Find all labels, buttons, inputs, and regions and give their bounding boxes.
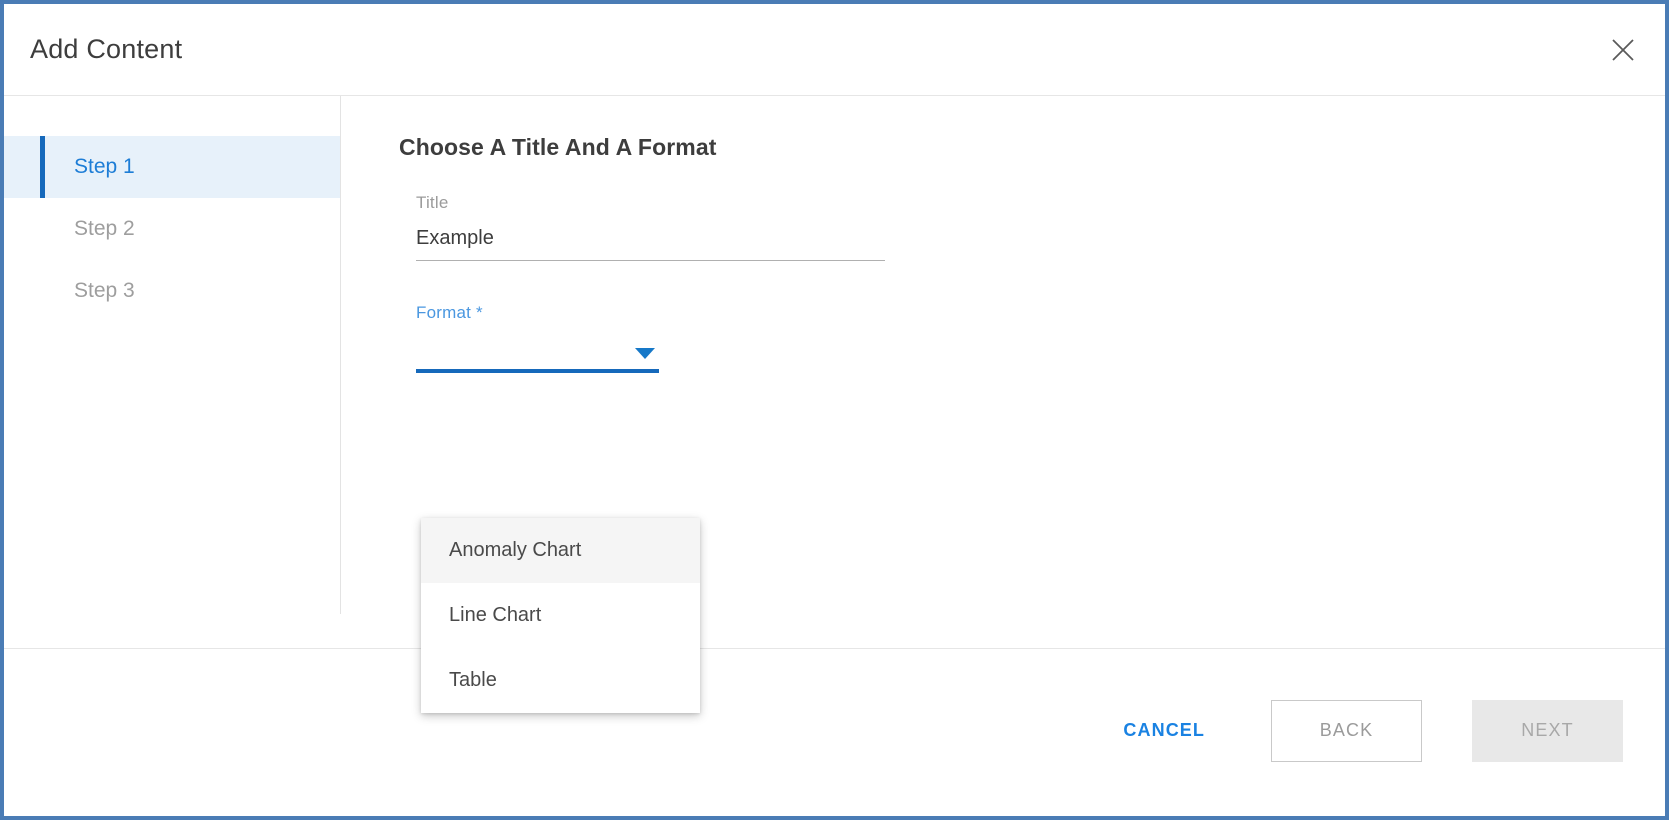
dialog-footer: CANCEL BACK NEXT — [4, 648, 1665, 812]
sidebar-item-step-3[interactable]: Step 3 — [4, 260, 341, 322]
sidebar-item-step-1[interactable]: Step 1 — [4, 136, 341, 198]
form-panel: Choose A Title And A Format Title Format… — [341, 96, 1665, 713]
title-field-label: Title — [416, 193, 449, 212]
format-field-label: Format * — [416, 303, 483, 322]
section-heading: Choose A Title And A Format — [399, 134, 717, 160]
step-label: Step 2 — [74, 217, 135, 240]
page-title: Add Content — [30, 34, 183, 64]
next-button: NEXT — [1472, 699, 1623, 762]
title-input[interactable] — [416, 219, 885, 261]
chevron-down-icon — [635, 348, 655, 359]
dropdown-item-label: Anomaly Chart — [449, 539, 582, 561]
title-field-group: Title — [416, 193, 1665, 261]
cancel-button[interactable]: CANCEL — [1101, 706, 1227, 755]
dropdown-item-line-chart[interactable]: Line Chart — [421, 583, 700, 648]
dialog-body: Step 1 Step 2 Step 3 Choose A Title And … — [4, 96, 1665, 713]
format-select[interactable] — [416, 329, 659, 373]
format-field-group: Format * Anomaly Chart Line Chart Table — [416, 303, 1665, 713]
dialog-header: Add Content — [4, 4, 1665, 96]
sidebar-item-step-2[interactable]: Step 2 — [4, 198, 341, 260]
dropdown-item-label: Line Chart — [449, 604, 542, 626]
dropdown-item-table[interactable]: Table — [421, 648, 700, 713]
format-dropdown-menu: Anomaly Chart Line Chart Table — [421, 518, 700, 713]
dropdown-item-anomaly-chart[interactable]: Anomaly Chart — [421, 518, 700, 583]
stepper-sidebar: Step 1 Step 2 Step 3 — [4, 96, 341, 648]
add-content-dialog: Add Content Step 1 Step 2 Step 3 Choose … — [0, 0, 1669, 820]
close-button[interactable] — [1603, 30, 1643, 70]
step-label: Step 1 — [74, 155, 135, 178]
step-label: Step 3 — [74, 279, 135, 302]
back-button[interactable]: BACK — [1271, 699, 1422, 762]
dropdown-item-label: Table — [449, 669, 497, 691]
close-icon — [1609, 36, 1637, 64]
